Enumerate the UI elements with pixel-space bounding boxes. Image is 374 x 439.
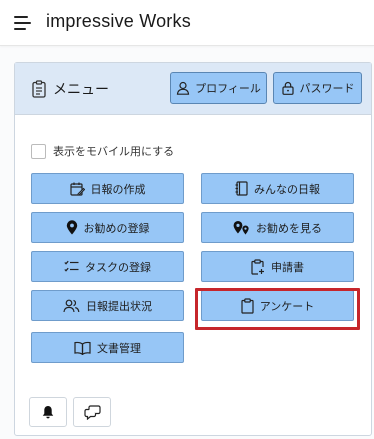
- view-recommendations-button[interactable]: お勧めを見る: [201, 212, 354, 243]
- everyones-reports-button[interactable]: みんなの日報: [201, 173, 354, 204]
- register-recommendation-button[interactable]: お勧めの登録: [31, 212, 184, 243]
- profile-button-label: プロフィール: [195, 82, 261, 95]
- notifications-button[interactable]: [29, 397, 67, 427]
- mobile-view-checkbox[interactable]: [31, 143, 46, 159]
- application-form-label: 申請書: [271, 260, 304, 274]
- bell-icon: [42, 406, 54, 419]
- calendar-edit-icon: [69, 182, 85, 196]
- register-recommendation-label: お勧めの登録: [83, 221, 150, 235]
- chat-icon: [83, 404, 101, 420]
- menu-card: メニュー プロフィール パスワード 表示をモバイル用にする 日報の作成 みんなの…: [14, 62, 372, 436]
- menu-title: メニュー: [53, 82, 109, 98]
- clipboard-add-icon: [251, 258, 264, 275]
- application-form-button[interactable]: 申請書: [201, 251, 354, 282]
- clipboard-list-icon: [32, 80, 46, 98]
- user-icon: [176, 81, 190, 95]
- everyones-reports-label: みんなの日報: [254, 182, 320, 196]
- password-button-label: パスワード: [299, 82, 355, 95]
- mobile-view-label: 表示をモバイル用にする: [53, 145, 175, 158]
- top-bar: impressive Works: [0, 0, 374, 46]
- password-button[interactable]: パスワード: [273, 72, 362, 104]
- create-daily-report-label: 日報の作成: [90, 182, 146, 196]
- document-management-label: 文書管理: [97, 341, 141, 355]
- menu-card-header: メニュー プロフィール パスワード: [15, 63, 371, 115]
- survey-button[interactable]: アンケート: [201, 290, 354, 321]
- map-pin-icon: [66, 220, 77, 235]
- checklist-icon: [64, 260, 79, 272]
- survey-label: アンケート: [259, 299, 315, 313]
- app-title: impressive Works: [46, 11, 191, 31]
- register-task-button[interactable]: タスクの登録: [31, 251, 184, 282]
- report-submission-status-button[interactable]: 日報提出状況: [31, 290, 184, 321]
- view-recommendations-label: お勧めを見る: [256, 221, 322, 235]
- register-task-label: タスクの登録: [85, 260, 151, 274]
- mobile-view-toggle[interactable]: 表示をモバイル用にする: [31, 143, 174, 159]
- book-open-icon: [74, 341, 91, 355]
- document-management-button[interactable]: 文書管理: [31, 332, 184, 363]
- profile-button[interactable]: プロフィール: [170, 72, 267, 104]
- users-icon: [63, 299, 80, 312]
- notebook-icon: [235, 181, 248, 196]
- hamburger-menu-icon[interactable]: [14, 16, 32, 30]
- clipboard-icon: [241, 297, 254, 314]
- map-pins-icon: [233, 221, 249, 235]
- lock-icon: [281, 81, 294, 95]
- report-submission-status-label: 日報提出状況: [86, 299, 152, 313]
- chat-button[interactable]: [73, 397, 111, 427]
- create-daily-report-button[interactable]: 日報の作成: [31, 173, 184, 204]
